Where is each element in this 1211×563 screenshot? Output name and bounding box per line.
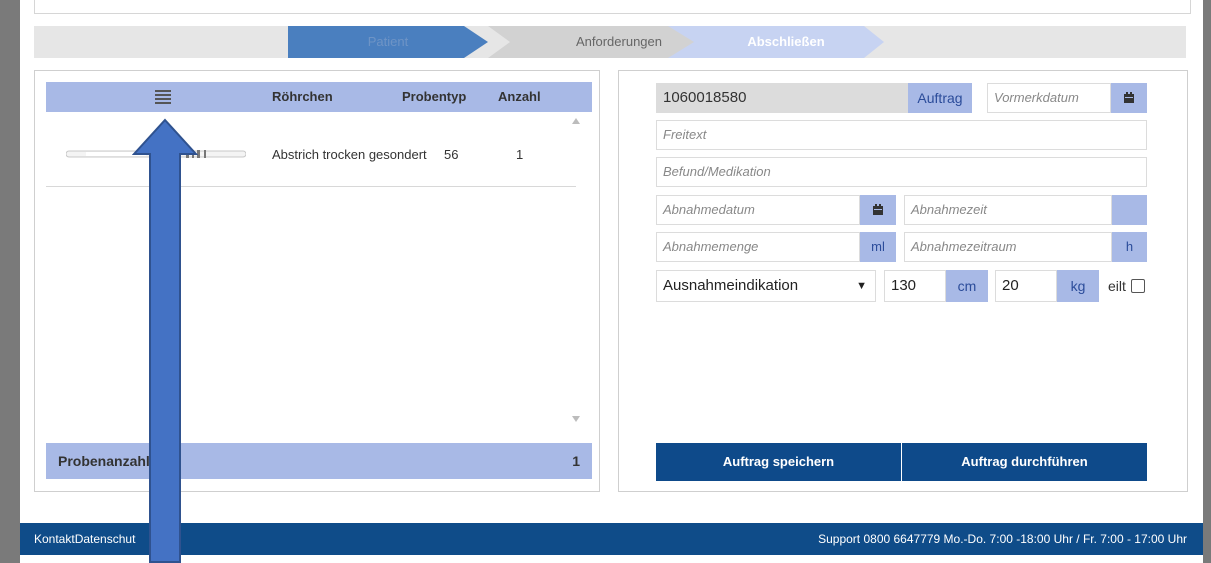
- abnahmezeit-field[interactable]: Abnahmezeit: [904, 195, 1112, 225]
- step-patient[interactable]: Patient: [288, 26, 488, 58]
- ausnahmeindikation-value: Ausnahmeindikation: [663, 277, 799, 294]
- wizard-steps: Patient Anforderungen Abschließen: [34, 26, 1186, 58]
- chevron-down-icon: ▼: [856, 280, 867, 292]
- annotation-arrow: [132, 118, 198, 563]
- eilt-label: eilt: [1108, 278, 1126, 294]
- scroll-up-icon[interactable]: [571, 117, 581, 125]
- cm-unit: cm: [946, 270, 988, 302]
- step-abschliessen[interactable]: Abschließen: [668, 26, 884, 58]
- col-probentyp: Probentyp: [402, 89, 467, 104]
- abnahmezeitraum-field[interactable]: Abnahmezeitraum: [904, 232, 1112, 262]
- h-unit: h: [1112, 232, 1147, 262]
- abnahmedatum-field[interactable]: Abnahmedatum: [656, 195, 860, 225]
- save-order-button[interactable]: Auftrag speichern: [656, 443, 901, 481]
- sample-count-value: 1: [572, 453, 580, 469]
- samples-table-header: Röhrchen Probentyp Anzahl: [46, 82, 592, 112]
- abnahmedatum-calendar-button[interactable]: [860, 195, 896, 225]
- ausnahmeindikation-select[interactable]: Ausnahmeindikation ▼: [656, 270, 876, 302]
- order-form-panel: 1060018580 Auftrag Vormerkdatum Freitext…: [618, 70, 1188, 492]
- row-probentyp: Abstrich trocken gesondert: [272, 147, 427, 162]
- samples-footer: Probenanzahl 1: [46, 443, 592, 479]
- step-abschliessen-label: Abschließen: [747, 34, 825, 49]
- abnahmemenge-field[interactable]: Abnahmemenge: [656, 232, 860, 262]
- col-roehrchen: Röhrchen: [272, 89, 333, 104]
- befund-medikation-field[interactable]: Befund/Medikation: [656, 157, 1147, 187]
- samples-panel: Röhrchen Probentyp Anzahl Abstrich trock…: [34, 70, 600, 492]
- kg-unit: kg: [1057, 270, 1099, 302]
- support-info: Support 0800 6647779 Mo.-Do. 7:00 -18:00…: [818, 532, 1187, 546]
- eilt-checkbox[interactable]: [1131, 279, 1145, 293]
- auftrag-button[interactable]: Auftrag: [908, 83, 972, 113]
- execute-order-button[interactable]: Auftrag durchführen: [902, 443, 1147, 481]
- order-number-field[interactable]: 1060018580: [656, 83, 908, 113]
- height-input[interactable]: 130: [884, 270, 946, 302]
- calendar-icon: [873, 204, 883, 215]
- ml-unit: ml: [860, 232, 896, 262]
- table-row[interactable]: Abstrich trocken gesondert 56 1: [46, 119, 576, 187]
- freitext-field[interactable]: Freitext: [656, 120, 1147, 150]
- vormerkdatum-calendar-icon[interactable]: [1111, 83, 1147, 113]
- step-patient-label: Patient: [367, 34, 409, 49]
- col-anzahl: Anzahl: [498, 89, 541, 104]
- footer-links[interactable]: KontaktDatenschut: [34, 523, 135, 555]
- abnahmezeit-button[interactable]: [1112, 195, 1147, 225]
- vormerkdatum-field[interactable]: Vormerkdatum: [987, 83, 1111, 113]
- row-code: 56: [444, 147, 459, 162]
- scroll-down-icon[interactable]: [571, 415, 581, 423]
- top-panel-edge: [34, 0, 1191, 14]
- row-anzahl: 1: [516, 147, 524, 162]
- calendar-icon: [1124, 92, 1134, 103]
- weight-input[interactable]: 20: [995, 270, 1057, 302]
- menu-icon[interactable]: [155, 90, 171, 104]
